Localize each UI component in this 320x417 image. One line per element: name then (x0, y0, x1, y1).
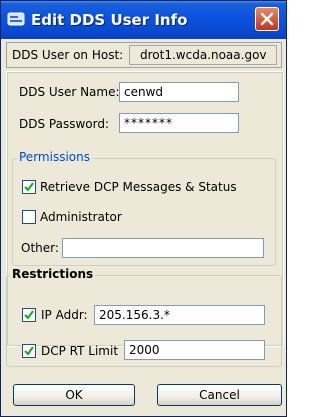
administrator-label[interactable]: Administrator (40, 210, 122, 224)
ip-addr-input[interactable]: 205.156.3.* (94, 305, 265, 325)
permissions-group: Permissions Retrieve DCP Messages & Stat… (12, 150, 276, 266)
user-name-input[interactable]: cenwd (119, 82, 239, 102)
close-button[interactable] (255, 7, 279, 31)
restrictions-group: Restrictions IP Addr: 205.156.3.* DCP RT… (6, 267, 282, 367)
window-title: Edit DDS User Info (31, 11, 188, 29)
retrieve-label[interactable]: Retrieve DCP Messages & Status (40, 180, 237, 194)
cancel-button[interactable]: Cancel (157, 384, 282, 406)
ok-button[interactable]: OK (13, 384, 135, 406)
retrieve-checkbox[interactable] (22, 180, 36, 194)
close-icon (260, 12, 274, 26)
host-panel: DDS User on Host: drot1.wcda.noaa.gov (6, 42, 282, 68)
dialog-window: Edit DDS User Info DDS User on Host: dro… (0, 0, 287, 417)
dcp-rt-limit-checkbox[interactable] (22, 344, 36, 358)
other-input[interactable] (62, 238, 264, 258)
administrator-checkbox[interactable] (22, 210, 36, 224)
checkmark-icon (24, 310, 34, 320)
password-label: DDS Password: (19, 117, 110, 131)
dcp-rt-limit-label[interactable]: DCP RT Limit (41, 344, 118, 358)
other-label: Other: (21, 241, 59, 255)
password-input[interactable]: ******* (119, 113, 239, 133)
title-bar[interactable]: Edit DDS User Info (1, 1, 286, 39)
user-name-label: DDS User Name: (19, 85, 120, 99)
checkmark-icon (24, 346, 34, 356)
host-value-field: drot1.wcda.noaa.gov (129, 45, 277, 65)
ip-addr-label[interactable]: IP Addr: (41, 308, 88, 322)
ip-addr-checkbox[interactable] (22, 308, 36, 322)
checkmark-icon (24, 182, 34, 192)
host-label: DDS User on Host: (12, 48, 124, 62)
restrictions-title: Restrictions (10, 267, 96, 281)
permissions-title: Permissions (17, 150, 92, 164)
dcp-rt-limit-input[interactable]: 2000 (124, 340, 265, 360)
app-icon (7, 10, 25, 28)
